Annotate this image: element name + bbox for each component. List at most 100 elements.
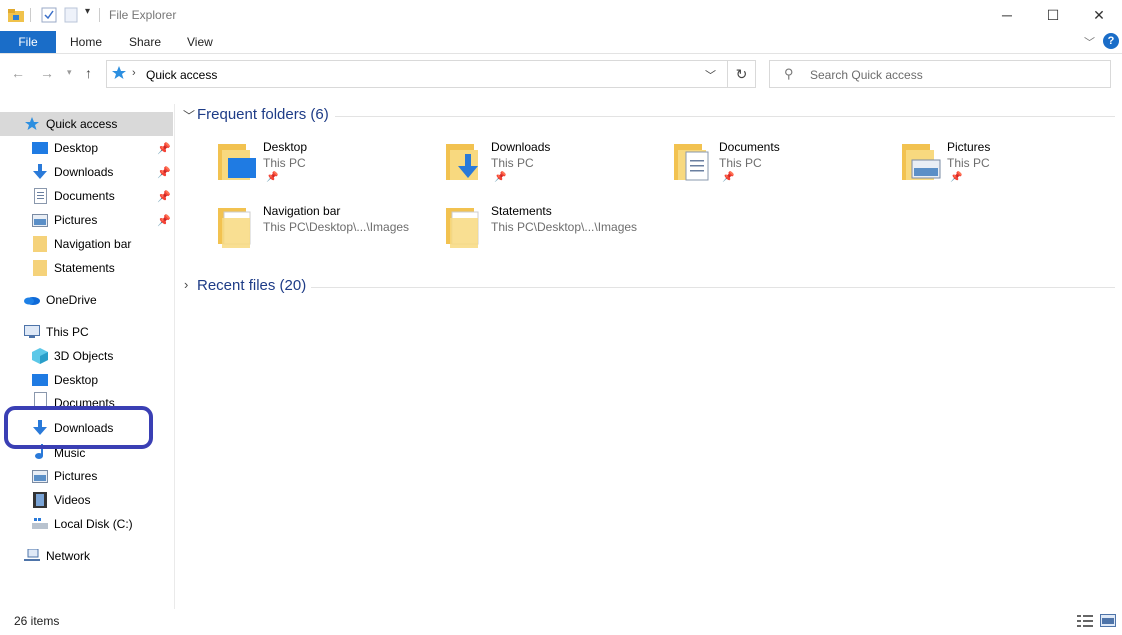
nav-qa-navigation-bar[interactable]: Navigation bar: [0, 232, 173, 256]
maximize-icon: ☐: [1046, 6, 1060, 23]
large-icons-view-icon[interactable]: [1100, 614, 1116, 631]
nav-label: Pictures: [54, 469, 98, 483]
minimize-button[interactable]: ─: [984, 0, 1030, 30]
nav-pc-desktop[interactable]: Desktop: [0, 368, 173, 392]
expand-recent-icon[interactable]: ›: [184, 277, 188, 292]
nav-pc-pictures[interactable]: Pictures: [0, 464, 173, 488]
address-path[interactable]: Quick access: [146, 68, 217, 82]
nav-qa-documents[interactable]: Documents 📌: [0, 184, 173, 208]
this-pc-icon: [24, 324, 40, 340]
nav-pc-videos[interactable]: Videos: [0, 488, 173, 512]
downloads-icon: [32, 164, 48, 180]
nav-qa-desktop[interactable]: Desktop 📌: [0, 136, 173, 160]
tab-share[interactable]: Share: [129, 35, 161, 49]
folder-icon: [32, 236, 48, 252]
tab-view[interactable]: View: [187, 35, 213, 49]
section-divider: [311, 287, 1115, 288]
folder-icon: [218, 204, 258, 248]
content-area: ﹀ Frequent folders (6) Desktop This PC 📌…: [175, 96, 1122, 608]
nav-pc-local-disk[interactable]: Local Disk (C:): [0, 512, 173, 536]
nav-label: Documents: [54, 189, 115, 203]
refresh-icon: ↻: [735, 65, 748, 82]
folder-tile-documents[interactable]: Documents This PC 📌: [674, 140, 894, 196]
search-input[interactable]: ⚲ Search Quick access: [769, 60, 1111, 88]
folder-tile-pictures[interactable]: Pictures This PC 📌: [902, 140, 1122, 196]
refresh-button[interactable]: ↻: [728, 60, 756, 88]
nav-qa-statements[interactable]: Statements: [0, 256, 173, 280]
pin-icon: 📌: [157, 214, 171, 227]
pictures-icon: [32, 468, 48, 484]
tab-file[interactable]: File: [0, 31, 56, 53]
folder-tile-downloads[interactable]: Downloads This PC 📌: [446, 140, 666, 196]
pin-icon: 📌: [494, 172, 507, 183]
recent-locations-icon[interactable]: ▾: [67, 67, 72, 78]
videos-icon: [32, 492, 48, 508]
new-folder-icon[interactable]: [64, 7, 78, 26]
nav-network[interactable]: Network: [0, 544, 173, 568]
title-bar: ▾ File Explorer ─ ☐ ✕: [0, 0, 1122, 30]
address-bar[interactable]: › Quick access ﹀: [106, 60, 728, 88]
maximize-button[interactable]: ☐: [1030, 0, 1076, 30]
nav-label: Desktop: [54, 141, 99, 155]
window-title: File Explorer: [109, 8, 177, 22]
nav-this-pc[interactable]: This PC: [0, 320, 173, 344]
folder-tile-desktop[interactable]: Desktop This PC 📌: [218, 140, 438, 196]
qat-separator: [30, 8, 31, 22]
forward-button[interactable]: →: [40, 65, 54, 81]
nav-quick-access[interactable]: Quick access: [0, 112, 173, 136]
folder-location: This PC: [491, 156, 534, 170]
close-icon: ✕: [1093, 6, 1105, 23]
3d-objects-icon: [32, 348, 48, 364]
nav-label: Downloads: [54, 165, 114, 179]
nav-qa-downloads[interactable]: Downloads 📌: [0, 160, 173, 184]
nav-pc-3d-objects[interactable]: 3D Objects: [0, 344, 173, 368]
folder-location: This PC: [947, 156, 990, 170]
properties-icon[interactable]: [41, 7, 57, 26]
nav-label: Statements: [54, 261, 115, 275]
collapse-frequent-icon[interactable]: ﹀: [183, 107, 195, 124]
pin-icon: 📌: [157, 166, 171, 179]
search-placeholder: Search Quick access: [810, 68, 923, 82]
help-icon[interactable]: ?: [1103, 33, 1119, 49]
folder-name: Navigation bar: [263, 204, 341, 218]
details-view-icon[interactable]: [1077, 614, 1093, 631]
folder-name: Desktop: [263, 140, 308, 154]
nav-label: Local Disk (C:): [54, 517, 133, 531]
downloads-folder-icon: [446, 140, 486, 184]
folder-name: Statements: [491, 204, 552, 218]
qat-separator: [99, 8, 100, 22]
nav-qa-pictures[interactable]: Pictures 📌: [0, 208, 173, 232]
nav-label: This PC: [46, 325, 89, 339]
section-divider: [335, 116, 1115, 117]
local-disk-icon: [32, 516, 48, 532]
address-dropdown-icon[interactable]: ﹀: [705, 67, 716, 83]
onedrive-icon: [24, 292, 40, 308]
up-button[interactable]: ↑: [85, 65, 92, 81]
pictures-folder-icon: [902, 140, 942, 184]
navigation-pane: Quick access Desktop 📌 Downloads 📌 Docum…: [0, 104, 175, 609]
back-button[interactable]: ←: [11, 65, 25, 81]
close-button[interactable]: ✕: [1076, 0, 1122, 30]
recent-files-header[interactable]: Recent files (20): [197, 277, 306, 294]
folder-name: Downloads: [491, 140, 551, 154]
frequent-folders-header[interactable]: Frequent folders (6): [197, 106, 329, 123]
pictures-icon: [32, 212, 48, 228]
tab-home[interactable]: Home: [70, 35, 102, 49]
nav-label: Navigation bar: [54, 237, 132, 251]
nav-label: Desktop: [54, 373, 99, 387]
folder-name: Pictures: [947, 140, 991, 154]
expand-ribbon-icon[interactable]: ﹀: [1084, 34, 1095, 50]
quick-access-star-icon: [112, 66, 126, 83]
nav-label: Pictures: [54, 213, 98, 227]
nav-pc-documents[interactable]: Documents: [0, 392, 173, 406]
documents-icon: [32, 392, 48, 406]
folder-tile-statements[interactable]: Statements This PC\Desktop\...\Images: [446, 204, 666, 260]
documents-folder-icon: [674, 140, 714, 184]
pin-icon: 📌: [157, 190, 171, 203]
folder-tile-navigation-bar[interactable]: Navigation bar This PC\Desktop\...\Image…: [218, 204, 438, 260]
customize-qat-icon[interactable]: ▾: [85, 6, 90, 17]
network-icon: [24, 548, 40, 564]
folder-name: Documents: [719, 140, 780, 154]
documents-icon: [32, 188, 48, 204]
nav-onedrive[interactable]: OneDrive: [0, 288, 173, 312]
